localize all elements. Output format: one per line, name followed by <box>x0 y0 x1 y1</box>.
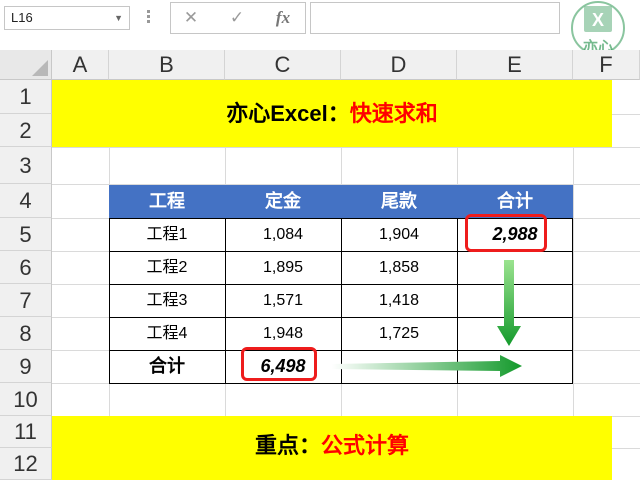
footer-note-black: 重点： <box>254 433 321 458</box>
row-header-7[interactable]: 7 <box>0 284 52 317</box>
column-header-d[interactable]: D <box>341 50 457 80</box>
chevron-down-icon[interactable]: ▼ <box>114 7 123 29</box>
row-header-8[interactable]: 8 <box>0 317 52 350</box>
highlight-box-c9 <box>241 347 317 381</box>
table-cell[interactable]: 工程1 <box>109 218 225 251</box>
table-border <box>457 218 458 384</box>
table-cell[interactable]: 1,084 <box>225 218 341 251</box>
table-cell[interactable]: 1,858 <box>341 251 457 284</box>
formula-buttons: ✕ ✓ fx <box>170 2 306 34</box>
formula-bar: L16 ▼ ✕ ✓ fx X 亦心 <box>0 0 640 56</box>
row-header-9[interactable]: 9 <box>0 350 52 383</box>
insert-function-icon[interactable]: fx <box>271 7 295 29</box>
table-cell[interactable]: 1,904 <box>341 218 457 251</box>
sheet-title-red: 快速求和 <box>349 101 438 126</box>
row-header-6[interactable]: 6 <box>0 251 52 284</box>
table-border <box>225 218 226 384</box>
sheet-title-black: 亦心Excel： <box>226 101 350 126</box>
column-header-c[interactable]: C <box>225 50 341 80</box>
row-header-1[interactable]: 1 <box>0 80 52 114</box>
table-cell[interactable]: 1,725 <box>341 317 457 350</box>
table-cell[interactable]: 工程2 <box>109 251 225 284</box>
column-header-a[interactable]: A <box>52 50 109 80</box>
row-header-4[interactable]: 4 <box>0 184 52 218</box>
table-cell[interactable] <box>457 251 573 284</box>
table-cell[interactable] <box>457 284 573 317</box>
table-cell[interactable]: 1,571 <box>225 284 341 317</box>
row-header-5[interactable]: 5 <box>0 218 52 251</box>
gridline <box>52 147 640 148</box>
table-cell[interactable]: 工程3 <box>109 284 225 317</box>
table-cell[interactable]: 1,418 <box>341 284 457 317</box>
table-cell[interactable] <box>457 317 573 350</box>
drag-handle-icon[interactable] <box>147 8 151 28</box>
column-header-e[interactable]: E <box>457 50 573 80</box>
row-header-10[interactable]: 10 <box>0 383 52 416</box>
table-header-project[interactable]: 工程 <box>109 185 225 218</box>
row-header-11[interactable]: 11 <box>0 416 52 448</box>
footer-note-red: 公式计算 <box>321 433 410 458</box>
sheet-title[interactable]: 亦心Excel：快速求和 <box>52 80 612 147</box>
row-header-2[interactable]: 2 <box>0 114 52 147</box>
table-header-deposit[interactable]: 定金 <box>225 185 341 218</box>
formula-input[interactable] <box>310 2 560 34</box>
column-header-f[interactable]: F <box>573 50 640 80</box>
column-header-b[interactable]: B <box>109 50 225 80</box>
table-cell[interactable]: 1,895 <box>225 251 341 284</box>
cancel-icon[interactable]: ✕ <box>179 7 203 29</box>
table-border <box>341 218 342 384</box>
row-header-3[interactable]: 3 <box>0 147 52 184</box>
total-label[interactable]: 合计 <box>109 350 225 383</box>
table-border <box>109 218 110 384</box>
name-box-value: L16 <box>11 10 33 25</box>
select-all-corner[interactable] <box>0 50 52 80</box>
table-cell[interactable]: 1,948 <box>225 317 341 350</box>
svg-text:X: X <box>592 10 604 30</box>
table-header-balance[interactable]: 尾款 <box>341 185 457 218</box>
check-icon[interactable]: ✓ <box>225 7 249 29</box>
right-arrow-icon <box>332 355 522 377</box>
highlight-box-e5 <box>465 214 547 252</box>
table-cell[interactable]: 工程4 <box>109 317 225 350</box>
footer-note[interactable]: 重点：公式计算 <box>52 416 612 480</box>
row-header-12[interactable]: 12 <box>0 448 52 480</box>
table-border <box>572 218 573 384</box>
name-box[interactable]: L16 ▼ <box>4 6 130 30</box>
